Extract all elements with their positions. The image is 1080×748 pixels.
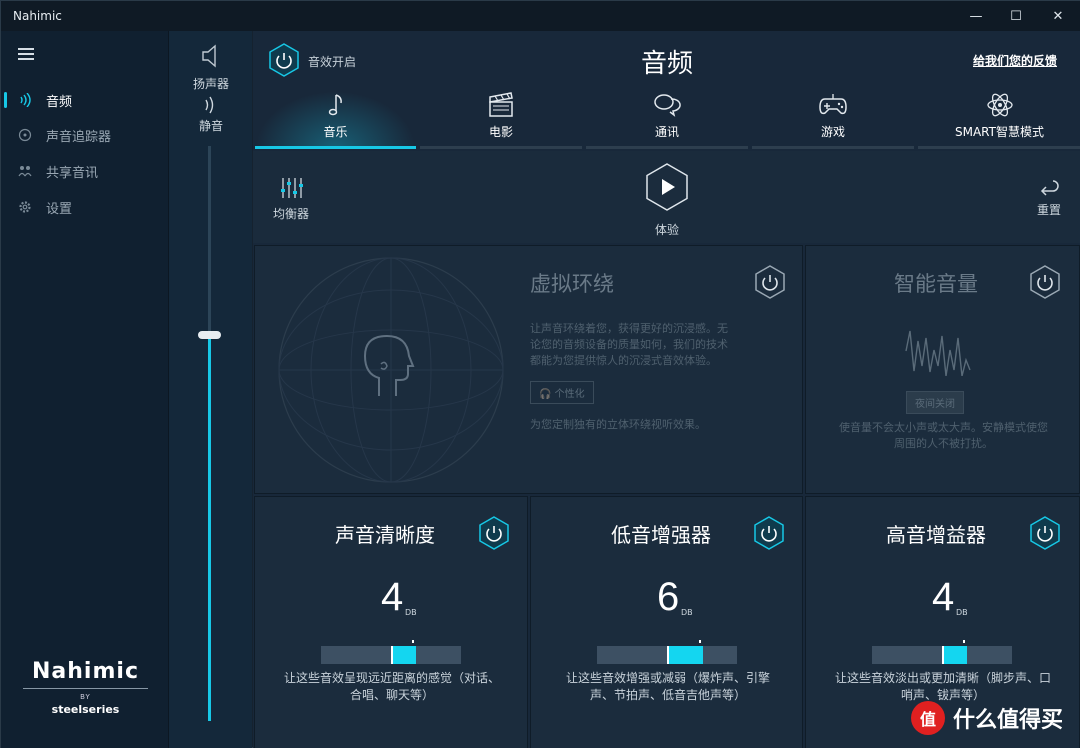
- chat-icon: [586, 91, 748, 123]
- card-value: 6: [657, 575, 680, 619]
- app-title: Nahimic: [13, 9, 62, 23]
- maximize-button[interactable]: ☐: [999, 1, 1033, 31]
- sidebar-item-settings[interactable]: 设置: [1, 191, 168, 223]
- treble-slider-fill: [942, 646, 967, 664]
- personalize-label: 个性化: [554, 389, 585, 400]
- feedback-link[interactable]: 给我们您的反馈: [973, 52, 1057, 69]
- smart-volume-title: 智能音量: [894, 272, 978, 296]
- equalizer-button[interactable]: 均衡器: [271, 177, 311, 222]
- brand-by: BY: [80, 693, 91, 701]
- surround-hint: 为您定制独有的立体环绕视听效果。: [530, 418, 706, 431]
- play-icon: [646, 163, 688, 211]
- clapperboard-icon: [420, 91, 582, 123]
- card-unit: DB: [956, 608, 968, 617]
- sound-power-button[interactable]: [267, 43, 301, 77]
- volume-slider-thumb[interactable]: [198, 331, 221, 339]
- page-title: 音频: [641, 49, 694, 79]
- headphones-icon: 🎧: [539, 389, 555, 400]
- reset-icon: [1040, 180, 1059, 196]
- watermark-text: 什么值得买: [953, 708, 1064, 733]
- sidebar-item-audio[interactable]: 音频: [1, 84, 168, 116]
- surround-power-button[interactable]: [753, 265, 787, 299]
- tab-movie[interactable]: 电影: [420, 91, 582, 149]
- clarity-power-button[interactable]: [477, 516, 511, 550]
- card-desc: 让这些音效淡出或更加清晰（脚步声、口哨声、钹声等）: [834, 671, 1051, 702]
- bass-power-button[interactable]: [752, 516, 786, 550]
- reset-label: 重置: [1036, 203, 1061, 217]
- tab-label: 通讯: [654, 125, 679, 139]
- tab-label: 电影: [488, 125, 513, 139]
- equalizer-label: 均衡器: [272, 207, 309, 221]
- clarity-card: 声音清晰度 4 DB 让这些音效呈现远近距离的感觉（对话、合唱、聊天等）: [254, 496, 528, 748]
- experience-label: 体验: [654, 223, 679, 237]
- sidebar: 音频 声音追踪器 共享音讯 设置 Nahimic BY steelseries: [1, 31, 168, 748]
- sidebar-item-share-audio[interactable]: 共享音讯: [1, 155, 168, 187]
- night-mode-button[interactable]: 夜间关闭: [906, 391, 964, 414]
- sidebar-item-label: 音频: [46, 94, 73, 110]
- smart-volume-panel: 智能音量 夜间关闭 使音量不会太小声或太大声。安静模式使您周围的人不被打扰。: [805, 245, 1080, 494]
- sidebar-item-label: 设置: [46, 201, 73, 217]
- tab-chat[interactable]: 通讯: [586, 91, 748, 149]
- tab-label: 游戏: [820, 125, 845, 139]
- tab-label: SMART智慧模式: [955, 125, 1044, 139]
- atom-icon: [918, 91, 1080, 123]
- sound-on-label: 音效开启: [308, 55, 357, 69]
- sidebar-item-label: 共享音讯: [46, 165, 99, 181]
- app-window: Nahimic — ☐ ✕ 音频 声音追踪器 共享音讯 设置 Nahimic B…: [0, 0, 1080, 748]
- card-value: 4: [932, 575, 955, 619]
- mute-label: 静音: [198, 119, 223, 133]
- share-audio-icon: [16, 162, 34, 180]
- card-title: 声音清晰度: [335, 523, 435, 547]
- watermark: 值 什么值得买: [911, 701, 1063, 735]
- personalize-button[interactable]: 🎧 个性化: [530, 381, 594, 404]
- brand-logo: Nahimic BY steelseries: [23, 659, 148, 716]
- card-title: 高音增益器: [886, 523, 986, 547]
- gamepad-icon: [752, 91, 914, 123]
- treble-power-button[interactable]: [1028, 516, 1062, 550]
- mute-icon[interactable]: [203, 95, 219, 115]
- gear-icon: [16, 198, 34, 216]
- tab-smart[interactable]: SMART智慧模式: [918, 91, 1080, 149]
- equalizer-icon: [281, 178, 303, 198]
- card-desc: 让这些音效增强或减弱（爆炸声、引擎声、节拍声、低音吉他声等）: [565, 671, 770, 702]
- bass-card: 低音增强器 6 DB 让这些音效增强或减弱（爆炸声、引擎声、节拍声、低音吉他声等…: [530, 496, 803, 748]
- minimize-button[interactable]: —: [959, 1, 993, 31]
- tab-label: 音乐: [323, 125, 348, 139]
- surround-panel: 虚拟环绕 让声音环绕着您，获得更好的沉浸感。无论您的音频设备的质量如何，我们的技…: [254, 245, 803, 494]
- card-desc: 让这些音效呈现远近距离的感觉（对话、合唱、聊天等）: [283, 671, 500, 702]
- device-label: 扬声器: [192, 77, 229, 91]
- tab-music[interactable]: 音乐: [255, 91, 416, 149]
- sidebar-item-label: 声音追踪器: [46, 129, 112, 145]
- tab-game[interactable]: 游戏: [752, 91, 914, 149]
- card-title: 低音增强器: [611, 523, 711, 547]
- steelseries-logo: steelseries: [51, 703, 120, 716]
- volume-slider-fill: [208, 335, 211, 721]
- card-value: 4: [381, 575, 404, 619]
- title-bar: Nahimic — ☐ ✕: [1, 1, 1080, 31]
- sphere-head-graphic: [278, 257, 504, 483]
- watermark-badge: 值: [911, 701, 945, 735]
- smart-volume-desc: 使音量不会太小声或太大声。安静模式使您周围的人不被打扰。: [839, 421, 1048, 450]
- sound-tracker-icon: [16, 126, 34, 144]
- sidebar-item-sound-tracker[interactable]: 声音追踪器: [1, 119, 168, 151]
- surround-title: 虚拟环绕: [530, 272, 614, 296]
- experience-button[interactable]: 体验: [641, 161, 693, 238]
- music-note-icon: [255, 91, 416, 123]
- speaker-icon: [202, 44, 216, 68]
- audio-wave-icon: [16, 91, 34, 109]
- menu-icon[interactable]: [18, 48, 34, 60]
- reset-button[interactable]: 重置: [1033, 177, 1065, 218]
- bass-slider-fill: [667, 646, 703, 664]
- nahimic-logo: Nahimic: [32, 659, 139, 684]
- smart-volume-power-button[interactable]: [1028, 265, 1062, 299]
- card-unit: DB: [681, 608, 693, 617]
- clarity-slider-fill: [391, 646, 416, 664]
- close-button[interactable]: ✕: [1041, 1, 1075, 31]
- waveform-icon: [905, 330, 971, 376]
- surround-desc: 让声音环绕着您，获得更好的沉浸感。无论您的音频设备的质量如何，我们的技术都能为您…: [530, 322, 728, 367]
- card-unit: DB: [405, 608, 417, 617]
